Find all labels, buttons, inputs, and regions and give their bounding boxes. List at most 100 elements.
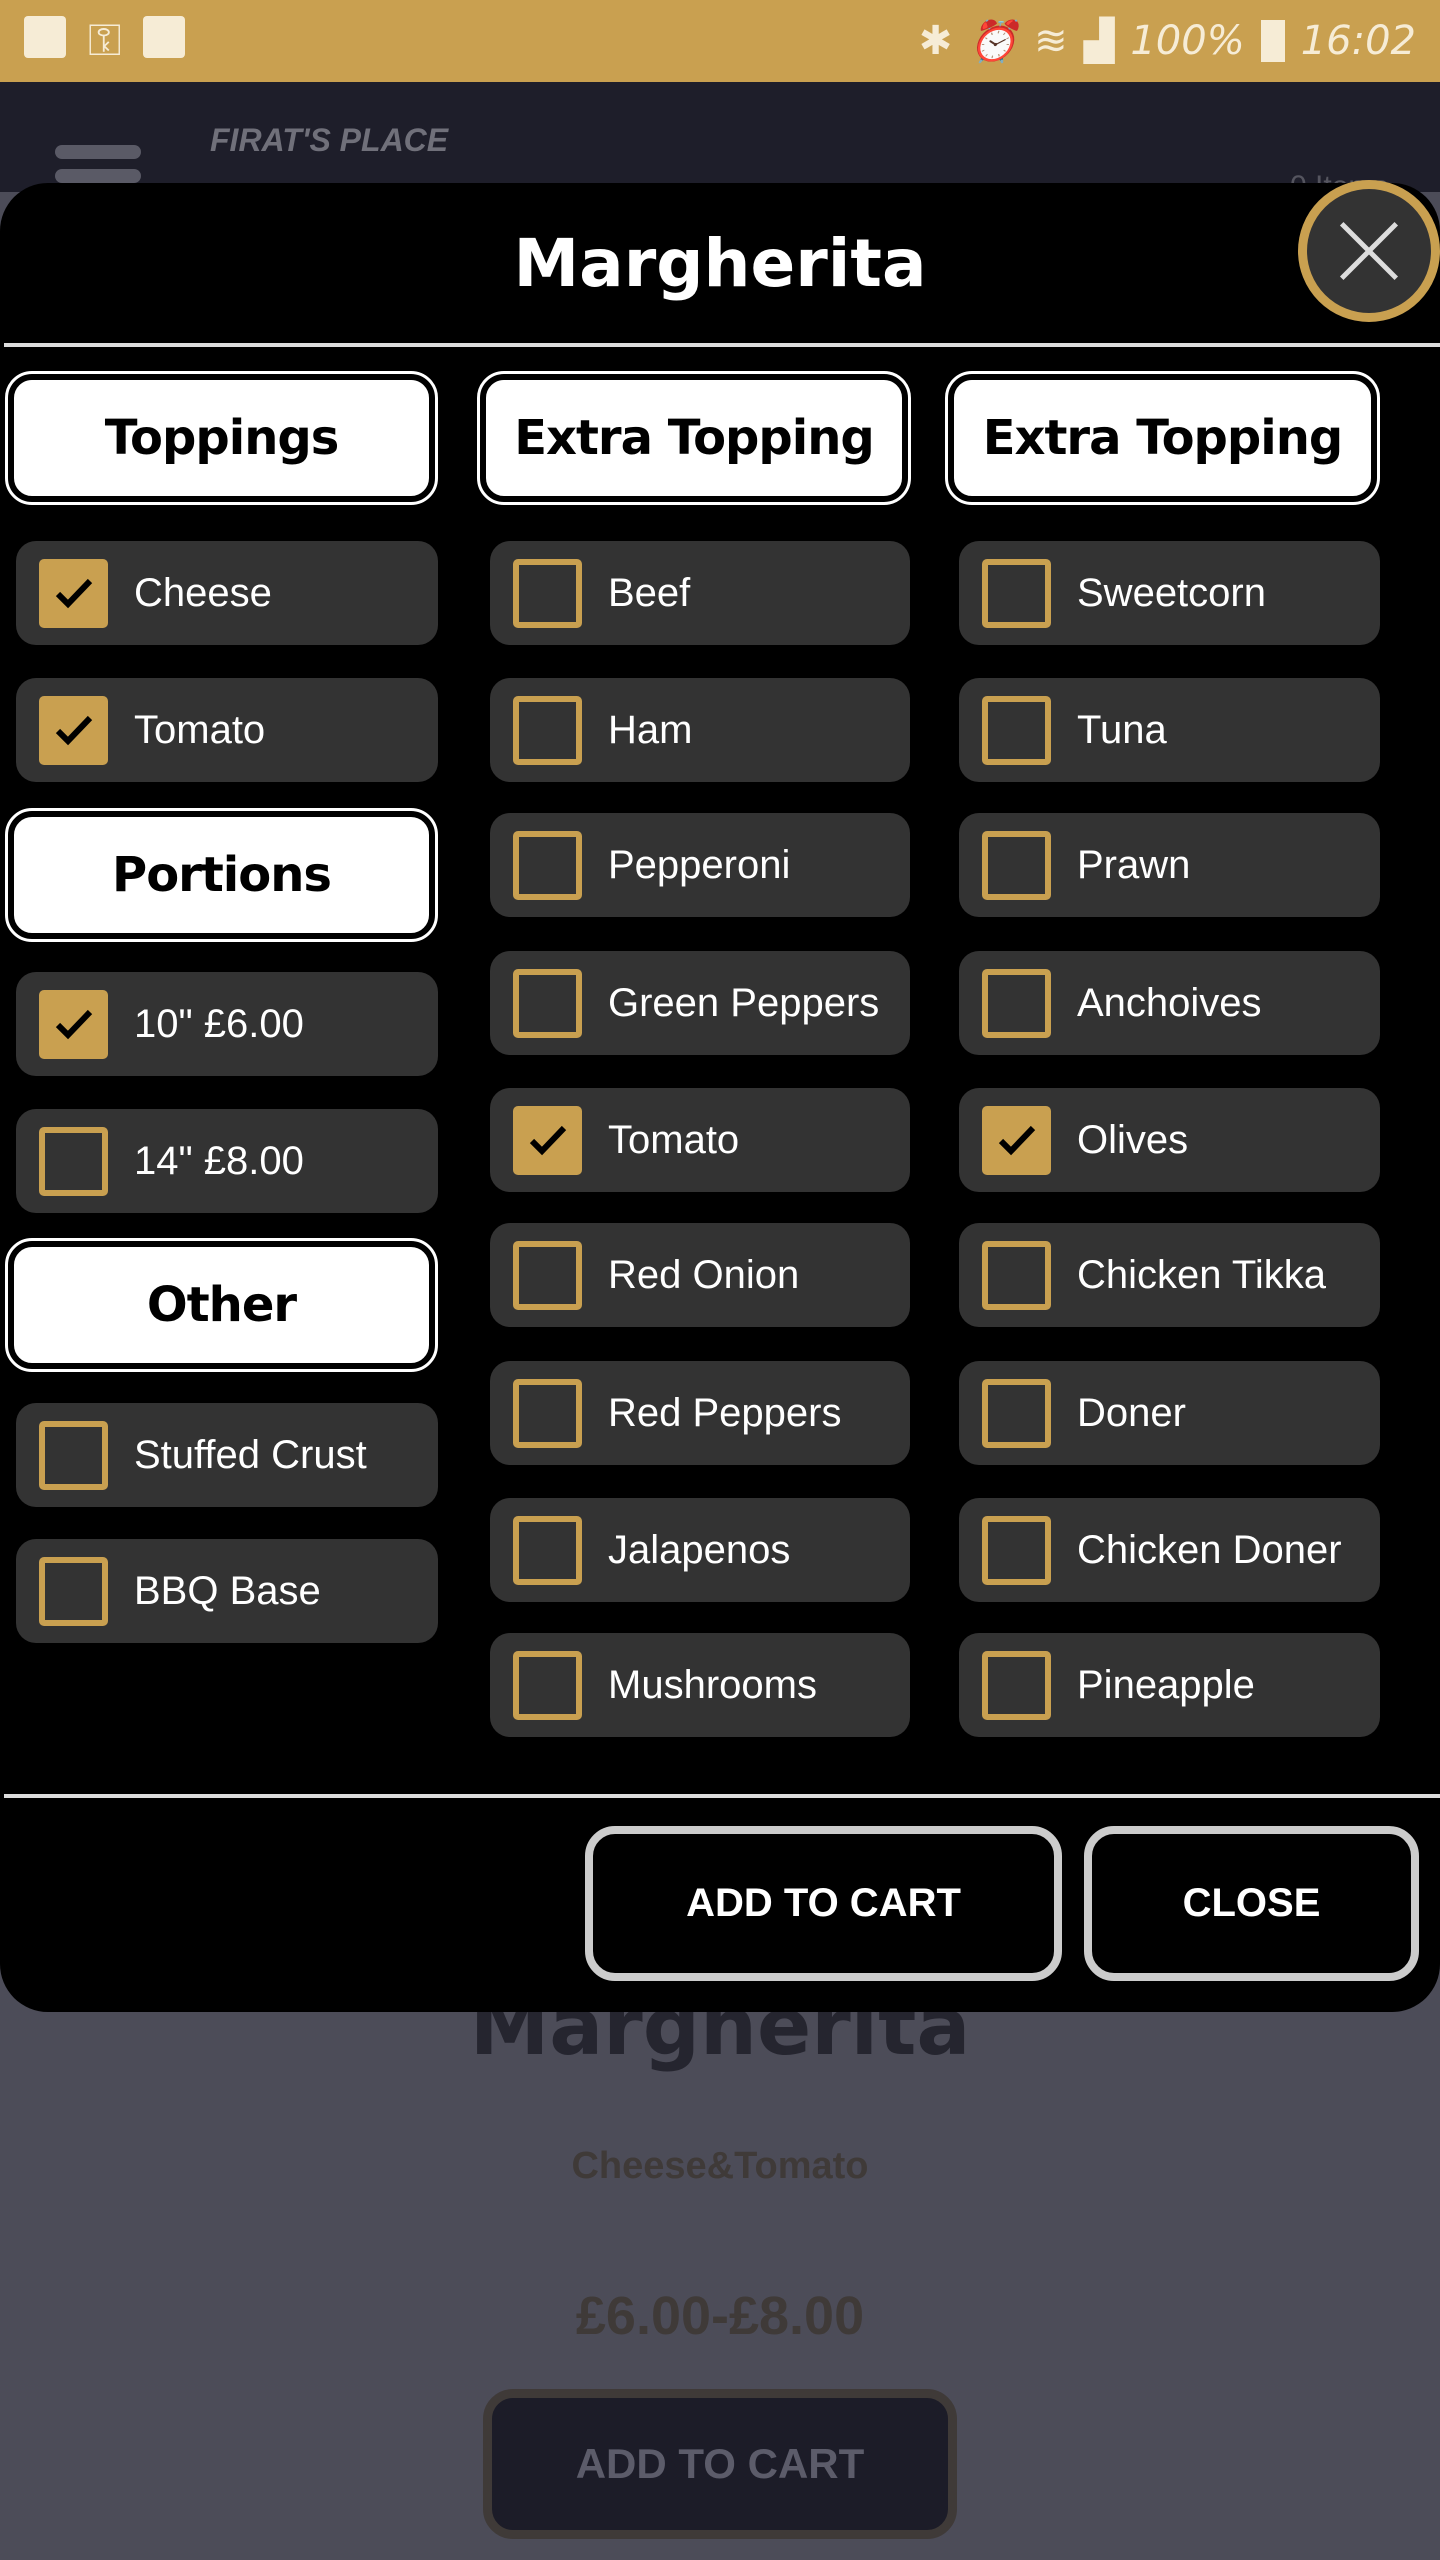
option-label: Beef [608, 570, 691, 615]
checkbox-checked[interactable] [982, 1105, 1051, 1175]
checkbox-unchecked[interactable] [513, 1515, 582, 1585]
alarm-icon: ⏰ [968, 18, 1019, 65]
option-item[interactable]: Red Peppers [490, 1361, 910, 1465]
option-label: Chicken Tikka [1077, 1252, 1326, 1297]
option-item[interactable]: Pineapple [959, 1633, 1380, 1737]
option-item[interactable]: Green Peppers [490, 951, 910, 1055]
checkmark-icon [55, 715, 92, 746]
section-header-other: Other [5, 1238, 438, 1372]
option-item[interactable]: Jalapenos [490, 1498, 910, 1602]
option-label: Anchoives [1077, 980, 1262, 1025]
option-label: Pineapple [1077, 1662, 1255, 1707]
option-label: Tuna [1077, 707, 1167, 752]
image-icon [24, 16, 66, 58]
option-item[interactable]: Anchoives [959, 951, 1380, 1055]
checkbox-unchecked[interactable] [39, 1556, 108, 1626]
checkbox-unchecked[interactable] [39, 1420, 108, 1490]
checkmark-icon [529, 1125, 566, 1156]
checkbox-unchecked[interactable] [982, 1650, 1051, 1720]
option-item[interactable]: Doner [959, 1361, 1380, 1465]
key-icon: ⚿ [88, 16, 122, 65]
option-label: Red Peppers [608, 1390, 842, 1435]
option-item[interactable]: Cheese [16, 541, 438, 645]
checkbox-unchecked[interactable] [982, 695, 1051, 765]
checkmark-icon [55, 1009, 92, 1040]
checkbox-unchecked[interactable] [39, 1126, 108, 1196]
status-bar: ⚿ ✱ ⏰ ≋ ▟ 100% 16:02 [0, 0, 1440, 82]
option-label: Mushrooms [608, 1662, 817, 1707]
option-item[interactable]: Mushrooms [490, 1633, 910, 1737]
option-item[interactable]: Chicken Doner [959, 1498, 1380, 1602]
checkbox-unchecked[interactable] [982, 830, 1051, 900]
checkbox-checked[interactable] [513, 1105, 582, 1175]
checkbox-unchecked[interactable] [982, 1515, 1051, 1585]
option-label: Chicken Doner [1077, 1527, 1342, 1572]
logo: FIRAT'S PLACE [210, 122, 449, 158]
close-button[interactable]: CLOSE [1084, 1826, 1419, 1981]
checkbox-unchecked[interactable] [513, 1650, 582, 1720]
checkbox-unchecked[interactable] [982, 1240, 1051, 1310]
option-item[interactable]: Beef [490, 541, 910, 645]
battery-level: 100% [1130, 18, 1245, 64]
option-item[interactable]: Sweetcorn [959, 541, 1380, 645]
checkbox-checked[interactable] [39, 989, 108, 1059]
activity-icon [143, 16, 186, 58]
bluetooth-icon: ✱ [918, 18, 953, 64]
checkbox-unchecked[interactable] [982, 558, 1051, 628]
option-label: Olives [1077, 1117, 1189, 1162]
checkmark-icon [55, 578, 92, 609]
option-label: 14" £8.00 [134, 1138, 304, 1183]
option-item[interactable]: 14" £8.00 [16, 1109, 438, 1213]
option-label: Doner [1077, 1390, 1186, 1435]
checkbox-unchecked[interactable] [982, 968, 1051, 1038]
option-item[interactable]: BBQ Base [16, 1539, 438, 1643]
option-item[interactable]: Stuffed Crust [16, 1403, 438, 1507]
option-item[interactable]: Tomato [490, 1088, 910, 1192]
divider [4, 343, 1440, 347]
option-item[interactable]: Red Onion [490, 1223, 910, 1327]
battery-icon [1260, 20, 1285, 62]
checkbox-unchecked[interactable] [513, 558, 582, 628]
checkbox-unchecked[interactable] [513, 1240, 582, 1310]
add-to-cart-button[interactable]: ADD TO CART [585, 1826, 1062, 1981]
option-label: Pepperoni [608, 842, 791, 887]
checkbox-unchecked[interactable] [513, 1378, 582, 1448]
option-label: Red Onion [608, 1252, 800, 1297]
option-label: Stuffed Crust [134, 1432, 367, 1477]
clock: 16:02 [1300, 18, 1416, 64]
section-header-extra-topping: Extra Topping [477, 371, 911, 505]
option-label: Jalapenos [608, 1527, 791, 1572]
product-add-to-cart-button[interactable]: ADD TO CART [483, 2389, 957, 2539]
option-item[interactable]: Pepperoni [490, 813, 910, 917]
modal-title: Margherita [513, 225, 927, 302]
option-label: Tomato [134, 707, 266, 752]
option-item[interactable]: 10" £6.00 [16, 972, 438, 1076]
option-label: Green Peppers [608, 980, 880, 1025]
checkbox-unchecked[interactable] [513, 695, 582, 765]
option-label: Sweetcorn [1077, 570, 1266, 615]
option-label: Cheese [134, 570, 272, 615]
modal-close-icon[interactable] [1298, 180, 1440, 322]
option-item[interactable]: Tomato [16, 678, 438, 782]
checkbox-checked[interactable] [39, 695, 108, 765]
option-label: Prawn [1077, 842, 1191, 887]
checkbox-unchecked[interactable] [982, 1378, 1051, 1448]
section-header-toppings: Toppings [5, 371, 438, 505]
option-item[interactable]: Tuna [959, 678, 1380, 782]
checkbox-unchecked[interactable] [513, 830, 582, 900]
divider [4, 1794, 1440, 1798]
option-item[interactable]: Chicken Tikka [959, 1223, 1380, 1327]
section-header-portions: Portions [5, 808, 438, 942]
checkbox-checked[interactable] [39, 558, 108, 628]
option-label: BBQ Base [134, 1568, 321, 1613]
checkmark-icon [998, 1125, 1035, 1156]
checkbox-unchecked[interactable] [513, 968, 582, 1038]
signal-icon: ▟ [1083, 18, 1115, 64]
option-item[interactable]: Ham [490, 678, 910, 782]
option-label: Tomato [608, 1117, 740, 1162]
product-price: £6.00-£8.00 [575, 2286, 865, 2346]
option-item[interactable]: Prawn [959, 813, 1380, 917]
product-description: Cheese&Tomato [571, 2145, 869, 2187]
option-item[interactable]: Olives [959, 1088, 1380, 1192]
section-header-extra-topping: Extra Topping [945, 371, 1380, 505]
